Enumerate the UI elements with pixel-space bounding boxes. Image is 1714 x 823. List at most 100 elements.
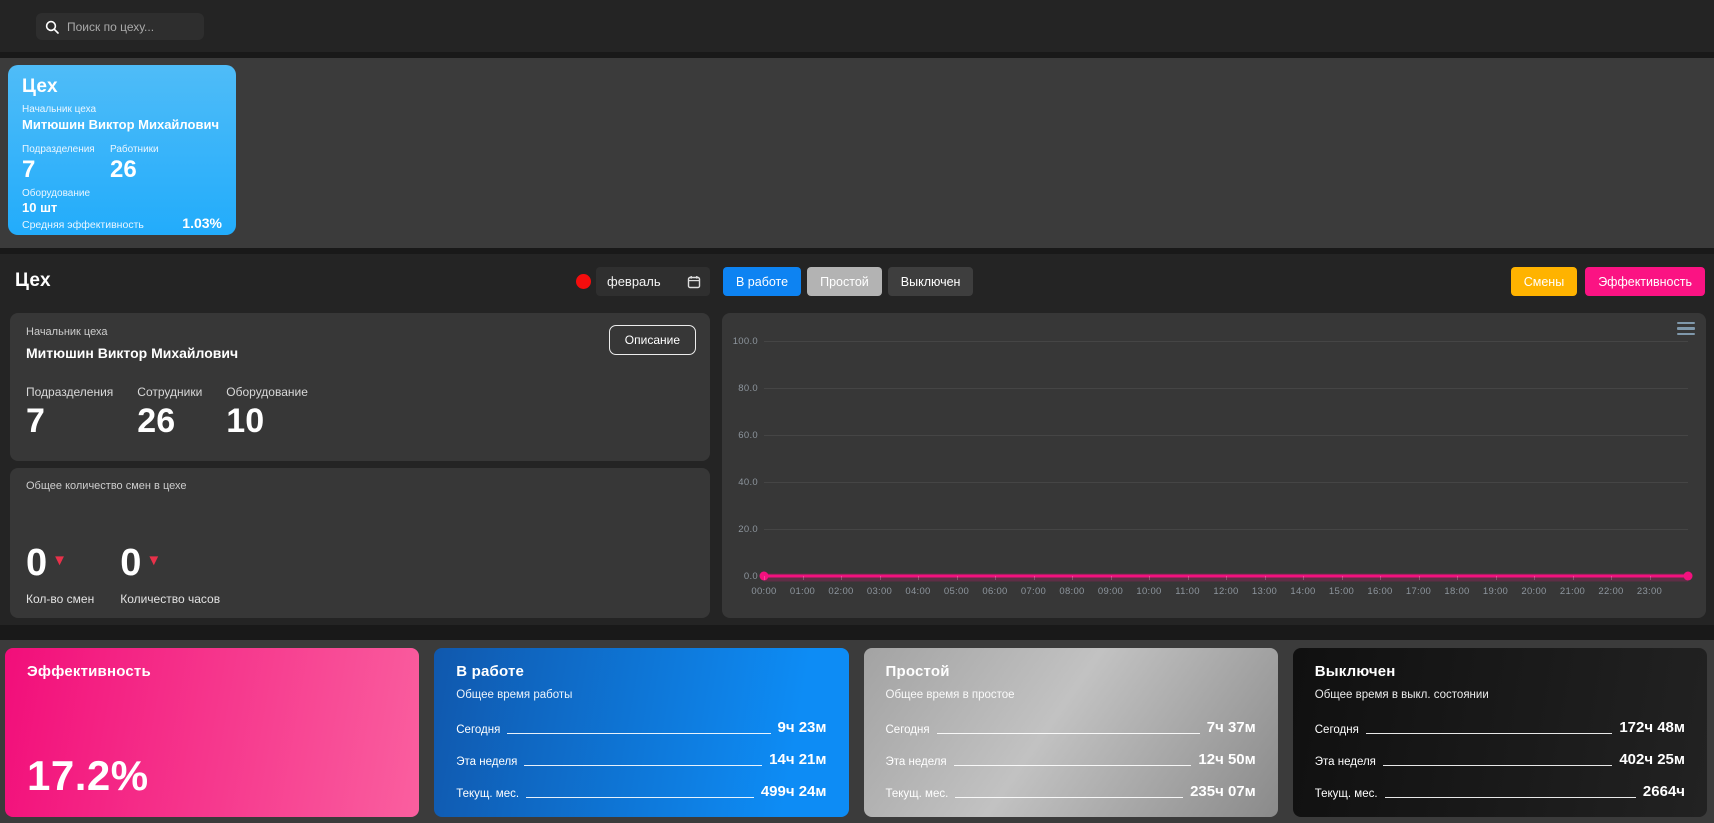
x-axis-label: 08:00 xyxy=(1059,586,1084,597)
x-axis-tick xyxy=(1457,576,1458,580)
description-button[interactable]: Описание xyxy=(609,325,696,355)
x-axis-tick xyxy=(1650,576,1651,580)
x-axis-label: 18:00 xyxy=(1444,586,1469,597)
x-axis-label: 11:00 xyxy=(1175,586,1200,597)
equipment-value: 10 шт xyxy=(22,200,222,215)
stat-row: Эта неделя 402ч 25м xyxy=(1315,751,1685,768)
chart-plot-area xyxy=(764,341,1688,576)
x-axis-tick xyxy=(1611,576,1612,580)
workshop-hero-card[interactable]: Цех Начальник цеха Митюшин Виктор Михайл… xyxy=(8,65,236,235)
x-axis-label: 09:00 xyxy=(1098,586,1123,597)
x-axis-label: 03:00 xyxy=(867,586,892,597)
panel-title: Цех xyxy=(15,270,51,292)
x-axis-label: 23:00 xyxy=(1637,586,1662,597)
x-axis-tick xyxy=(1534,576,1535,580)
panel-actions: Смены Эффективность xyxy=(1511,267,1705,296)
x-axis-label: 17:00 xyxy=(1406,586,1431,597)
recording-indicator-dot xyxy=(576,274,591,289)
y-axis-label: 20.0 xyxy=(722,524,758,535)
stat-subdivisions: Подразделения 7 xyxy=(26,385,113,440)
x-axis-tick xyxy=(1303,576,1304,580)
efficiency-button[interactable]: Эффективность xyxy=(1585,267,1705,296)
month-select-value: февраль xyxy=(607,274,661,289)
chart-menu-icon[interactable] xyxy=(1677,322,1695,335)
y-axis-label: 100.0 xyxy=(722,336,758,347)
x-axis-label: 05:00 xyxy=(944,586,969,597)
hero-stat-workers: Работники 26 xyxy=(110,138,198,182)
x-axis-label: 10:00 xyxy=(1136,586,1161,597)
x-axis-tick xyxy=(803,576,804,580)
stat-employees: Сотрудники 26 xyxy=(137,385,202,440)
x-axis-tick xyxy=(1496,576,1497,580)
search-icon xyxy=(45,20,59,34)
status-filter-working[interactable]: В работе xyxy=(723,267,801,296)
manager-label: Начальник цеха xyxy=(26,326,694,338)
x-axis-label: 07:00 xyxy=(1021,586,1046,597)
hero-stat-subdivisions: Подразделения 7 xyxy=(22,138,110,182)
x-axis-label: 00:00 xyxy=(751,586,776,597)
off-card[interactable]: Выключен Общее время в выкл. состоянии С… xyxy=(1293,648,1707,817)
x-axis-tick xyxy=(995,576,996,580)
x-axis-tick xyxy=(957,576,958,580)
x-axis-tick xyxy=(1149,576,1150,580)
stat-row: Сегодня 9ч 23м xyxy=(456,719,826,736)
x-axis-label: 12:00 xyxy=(1213,586,1238,597)
efficiency-card[interactable]: Эффективность 17.2% xyxy=(5,648,419,817)
y-axis-label: 80.0 xyxy=(722,383,758,394)
trend-down-icon: ▼ xyxy=(52,553,67,568)
search-input[interactable] xyxy=(67,20,195,34)
x-axis-tick xyxy=(1188,576,1189,580)
x-axis-tick xyxy=(1265,576,1266,580)
manager-name: Митюшин Виктор Михайлович xyxy=(22,117,222,132)
month-select[interactable]: февраль xyxy=(596,267,710,296)
stat-row: Текущ. мес. 235ч 07м xyxy=(886,783,1256,800)
status-chart: 0.020.040.060.080.0100.000:0001:0002:000… xyxy=(722,313,1706,618)
manager-name: Митюшин Виктор Михайлович xyxy=(26,345,694,361)
stat-row: Эта неделя 14ч 21м xyxy=(456,751,826,768)
y-axis-label: 60.0 xyxy=(722,430,758,441)
x-axis-label: 21:00 xyxy=(1560,586,1585,597)
stat-row: Текущ. мес. 2664ч xyxy=(1315,783,1685,800)
x-axis-label: 19:00 xyxy=(1483,586,1508,597)
x-axis-label: 20:00 xyxy=(1521,586,1546,597)
working-card[interactable]: В работе Общее время работы Сегодня 9ч 2… xyxy=(434,648,848,817)
x-axis-tick xyxy=(1342,576,1343,580)
x-axis-tick xyxy=(1111,576,1112,580)
dashboard-screen: Цех Начальник цеха Митюшин Виктор Михайл… xyxy=(0,0,1714,823)
summary-section: Эффективность 17.2% В работе Общее время… xyxy=(0,640,1714,823)
x-axis-tick xyxy=(1380,576,1381,580)
x-axis-label: 14:00 xyxy=(1290,586,1315,597)
stat-row: Эта неделя 12ч 50м xyxy=(886,751,1256,768)
idle-card[interactable]: Простой Общее время в простое Сегодня 7ч… xyxy=(864,648,1278,817)
x-axis-label: 06:00 xyxy=(982,586,1007,597)
status-filter-idle[interactable]: Простой xyxy=(807,267,882,296)
line-endpoint-marker xyxy=(1684,572,1693,581)
x-axis-tick xyxy=(918,576,919,580)
status-filter-off[interactable]: Выключен xyxy=(888,267,974,296)
topbar xyxy=(0,0,1714,52)
manager-label: Начальник цеха xyxy=(22,104,222,115)
x-axis-label: 04:00 xyxy=(905,586,930,597)
stat-equipment: Оборудование 10 xyxy=(226,385,308,440)
efficiency-line-series xyxy=(764,341,1688,576)
x-axis-tick xyxy=(1072,576,1073,580)
search-box xyxy=(36,13,204,40)
avg-efficiency-label: Средняя эффективность xyxy=(22,219,144,231)
shifts-card: Общее количество смен в цехе 0 ▼ Кол-во … xyxy=(10,468,710,618)
hero-section: Цех Начальник цеха Митюшин Виктор Михайл… xyxy=(0,58,1714,248)
x-axis-label: 22:00 xyxy=(1598,586,1623,597)
hero-card-title: Цех xyxy=(22,76,222,98)
workshop-info-card: Начальник цеха Митюшин Виктор Михайлович… xyxy=(10,313,710,461)
x-axis-tick xyxy=(764,576,765,580)
avg-efficiency-value: 1.03% xyxy=(182,215,222,231)
workshop-panel: Цех февраль В работе Простой Выключен См… xyxy=(0,254,1714,625)
stat-row: Сегодня 172ч 48м xyxy=(1315,719,1685,736)
x-axis-tick xyxy=(1573,576,1574,580)
shifts-button[interactable]: Смены xyxy=(1511,267,1577,296)
trend-down-icon: ▼ xyxy=(146,553,161,568)
x-axis-label: 01:00 xyxy=(790,586,815,597)
stat-row: Текущ. мес. 499ч 24м xyxy=(456,783,826,800)
x-axis-label: 02:00 xyxy=(828,586,853,597)
x-axis-tick xyxy=(1034,576,1035,580)
x-axis-label: 13:00 xyxy=(1252,586,1277,597)
